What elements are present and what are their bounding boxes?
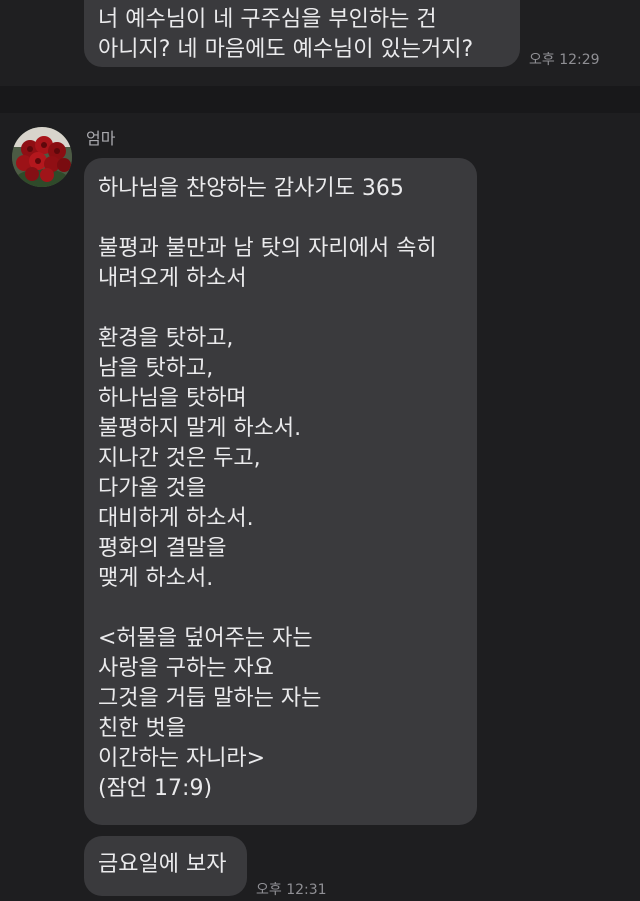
previous-message-time: 오후 12:29 <box>529 52 600 68</box>
sender-avatar[interactable] <box>12 127 72 187</box>
incoming-message-time: 오후 12:31 <box>256 882 327 898</box>
prayer-message-bubble[interactable]: 하나님을 찬양하는 감사기도 365 불평과 불만과 남 탓의 자리에서 속히 … <box>84 158 477 825</box>
date-divider <box>0 86 640 113</box>
previous-message-bubble[interactable]: 너 예수님이 네 구주심을 부인하는 건 아니지? 네 마음에도 예수님이 있는… <box>84 0 520 67</box>
sender-name: 엄마 <box>86 129 116 148</box>
short-message-bubble[interactable]: 금요일에 보자 <box>84 836 247 896</box>
red-roses-avatar-icon <box>12 127 72 187</box>
